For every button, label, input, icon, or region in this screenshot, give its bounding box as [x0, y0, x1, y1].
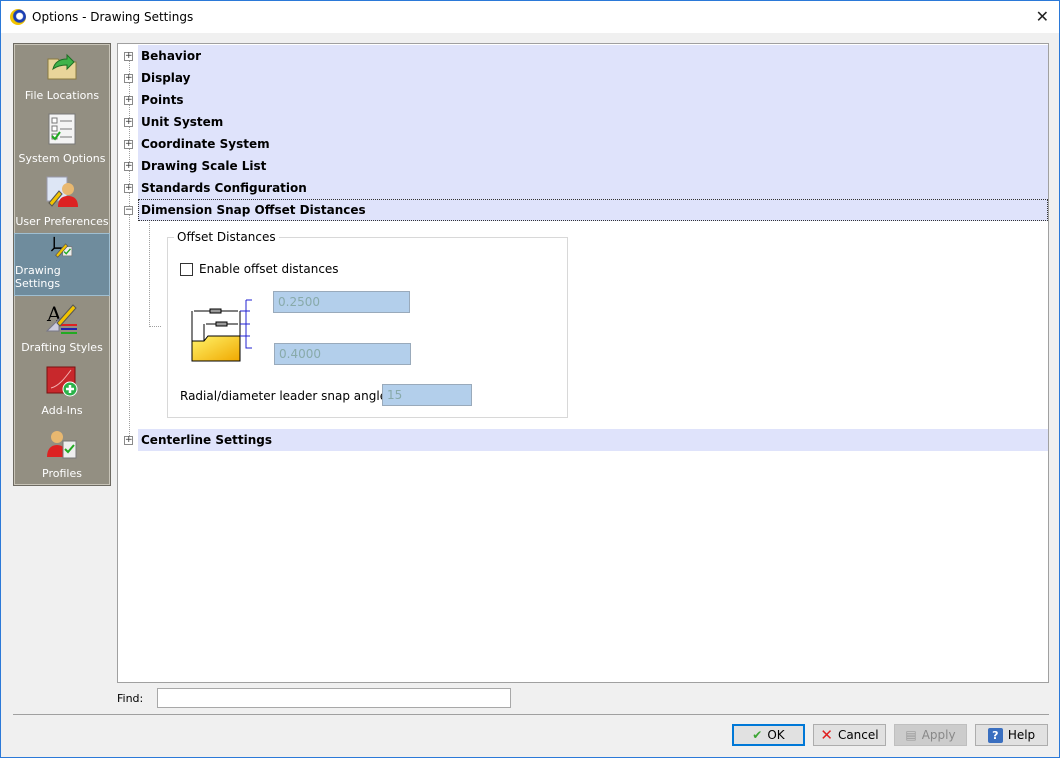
sidebar-item-label: Drafting Styles: [21, 341, 103, 354]
tree-item-label[interactable]: Unit System: [138, 111, 1048, 133]
checkbox-box[interactable]: [180, 262, 193, 276]
window-title: Options - Drawing Settings: [32, 10, 194, 24]
expand-icon[interactable]: +: [124, 183, 133, 193]
tree-item-label[interactable]: Display: [138, 67, 1048, 89]
cancel-label: Cancel: [837, 728, 879, 742]
sidebar-item-drafting-styles[interactable]: A Drafting Styles: [14, 296, 110, 359]
expand-icon[interactable]: +: [124, 73, 133, 83]
divider: [13, 714, 1049, 715]
addin-plus-icon: [46, 366, 78, 397]
folder-arrow-icon: [47, 53, 77, 80]
sidebar-item-label: User Preferences: [15, 215, 109, 228]
expand-icon[interactable]: +: [124, 95, 133, 105]
apply-button[interactable]: ▤ Apply: [894, 724, 967, 746]
snap-angle-label: Radial/diameter leader snap angle:: [180, 389, 392, 403]
check-icon: ✔: [752, 728, 763, 742]
tree-row-standards-configuration[interactable]: + Standards Configuration: [118, 177, 1048, 199]
tree-item-label[interactable]: Dimension Snap Offset Distances: [138, 199, 1048, 221]
user-pencil-icon: [46, 176, 78, 207]
tree-row-unit-system[interactable]: + Unit System: [118, 111, 1048, 133]
tree-item-label[interactable]: Points: [138, 89, 1048, 111]
tree-row-centerline-settings[interactable]: + Centerline Settings: [118, 429, 1048, 451]
sidebar-item-profiles[interactable]: Profiles: [14, 422, 110, 485]
tree-connector: [149, 220, 161, 327]
checklist-icon: [48, 113, 76, 145]
expand-icon[interactable]: +: [124, 139, 133, 149]
tree-item-label[interactable]: Centerline Settings: [138, 429, 1048, 451]
enable-offset-checkbox[interactable]: Enable offset distances: [180, 262, 339, 276]
tree-row-coordinate-system[interactable]: + Coordinate System: [118, 133, 1048, 155]
cancel-button[interactable]: ✕ Cancel: [813, 724, 886, 746]
sidebar-item-add-ins[interactable]: Add-Ins: [14, 359, 110, 422]
ok-label: OK: [767, 728, 785, 742]
offset-distances-group: Offset Distances Enable offset distances…: [167, 230, 568, 418]
expand-icon[interactable]: +: [124, 161, 133, 171]
sidebar-item-system-options[interactable]: System Options: [14, 107, 110, 170]
offset-diagram-icon: [191, 299, 252, 362]
collapse-icon[interactable]: −: [124, 205, 133, 215]
expand-icon[interactable]: +: [124, 435, 133, 445]
tree-row-behavior[interactable]: + Behavior: [118, 45, 1048, 67]
expand-icon[interactable]: +: [124, 117, 133, 127]
sidebar-item-label: System Options: [18, 152, 106, 165]
title-bar: Options - Drawing Settings ✕: [1, 1, 1059, 33]
tree-row-display[interactable]: + Display: [118, 67, 1048, 89]
sidebar-item-drawing-settings[interactable]: Drawing Settings: [14, 233, 110, 296]
text-style-icon: A: [45, 302, 77, 334]
tree-item-label[interactable]: Drawing Scale List: [138, 155, 1048, 177]
sidebar-item-user-preferences[interactable]: User Preferences: [14, 170, 110, 233]
apply-icon: ▤: [905, 728, 917, 742]
sidebar: File Locations System Options User Prefe…: [13, 43, 111, 486]
tree-row-drawing-scale-list[interactable]: + Drawing Scale List: [118, 155, 1048, 177]
apply-label: Apply: [921, 728, 956, 742]
axes-pencil-icon: [50, 236, 73, 258]
profile-icon: [47, 431, 77, 459]
tree-item-label[interactable]: Coordinate System: [138, 133, 1048, 155]
sidebar-item-file-locations[interactable]: File Locations: [14, 44, 110, 107]
group-title: Offset Distances: [174, 230, 279, 244]
find-label: Find:: [117, 692, 144, 705]
tree-item-label[interactable]: Standards Configuration: [138, 177, 1048, 199]
tree-row-dimension-snap[interactable]: − Dimension Snap Offset Distances: [118, 199, 1048, 221]
second-offset-input[interactable]: 0.4000: [274, 343, 411, 365]
tree-row-points[interactable]: + Points: [118, 89, 1048, 111]
expand-icon[interactable]: +: [124, 51, 133, 61]
ok-button[interactable]: ✔ OK: [732, 724, 805, 746]
sidebar-item-label: Drawing Settings: [15, 264, 61, 290]
help-label: Help: [1007, 728, 1036, 742]
tree-item-label[interactable]: Behavior: [138, 45, 1048, 67]
sidebar-item-label: File Locations: [24, 89, 100, 102]
close-icon[interactable]: ✕: [1036, 7, 1049, 26]
find-input[interactable]: [157, 688, 511, 708]
first-offset-input[interactable]: 0.2500: [273, 291, 410, 313]
app-icon: [10, 9, 26, 25]
sidebar-item-label: Profiles: [42, 467, 82, 480]
snap-angle-input[interactable]: 15: [382, 384, 472, 406]
checkbox-label: Enable offset distances: [199, 262, 339, 276]
sidebar-item-label: Add-Ins: [41, 404, 83, 417]
help-icon: ?: [987, 727, 1003, 743]
x-icon: ✕: [820, 726, 833, 744]
settings-tree-panel: + Behavior + Display + Points + Unit System …: [117, 43, 1049, 683]
help-button[interactable]: ? Help: [975, 724, 1048, 746]
